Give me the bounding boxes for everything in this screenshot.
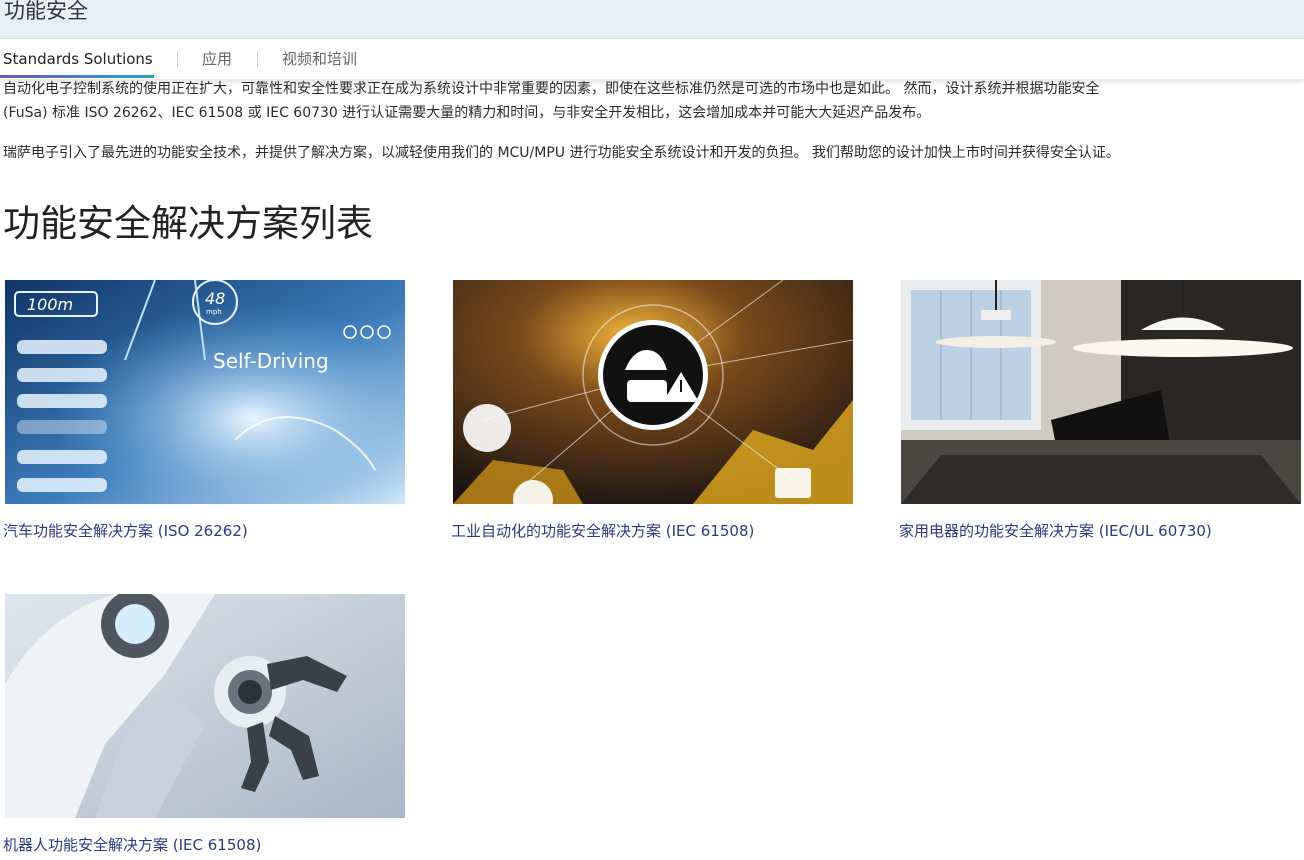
section-subnav: Standards Solutions 应用 视频和培训 (0, 39, 1304, 79)
distance-readout: 100m (27, 295, 73, 314)
intro-paragraph-1-line-2: (FuSa) 标准 ISO 26262、IEC 61508 或 IEC 6073… (3, 105, 931, 121)
intro-paragraph-1-line-1: 自动化电子控制系统的使用正在扩大，可靠性和安全性要求正在成为系统设计中非常重要的… (3, 81, 1100, 97)
solutions-list-title: 功能安全解决方案列表 (3, 202, 373, 245)
page-header: 功能安全 (0, 0, 1304, 39)
tab-separator (177, 51, 178, 67)
tab-applications[interactable]: 应用 (202, 49, 232, 69)
robotics-solution-image[interactable] (5, 594, 405, 818)
speed-readout: 48 (205, 289, 225, 308)
automotive-solution-link[interactable]: 汽车功能安全解决方案 (ISO 26262) (3, 521, 248, 541)
speed-unit: mph (206, 308, 222, 316)
industrial-solution-image[interactable] (453, 280, 853, 504)
robotics-solution-link[interactable]: 机器人功能安全解决方案 (IEC 61508) (3, 835, 261, 855)
industrial-solution-link[interactable]: 工业自动化的功能安全解决方案 (IEC 61508) (451, 521, 754, 541)
home-appliance-solution-image[interactable] (901, 280, 1301, 504)
active-tab-indicator (0, 75, 154, 78)
intro-paragraph-2: 瑞萨电子引入了最先进的功能安全技术，并提供了解决方案，以减轻使用我们的 MCU/… (3, 145, 1120, 161)
home-appliance-solution-link[interactable]: 家用电器的功能安全解决方案 (IEC/UL 60730) (899, 521, 1212, 541)
tab-videos-training[interactable]: 视频和培训 (282, 49, 357, 69)
self-driving-caption: Self-Driving (213, 349, 329, 373)
automotive-solution-image[interactable]: 100m 48 mph Self-Driving (5, 280, 405, 504)
tab-separator (257, 51, 258, 67)
page-title: 功能安全 (4, 0, 88, 23)
intro-paragraph-1: 自动化电子控制系统的使用正在扩大，可靠性和安全性要求正在成为系统设计中非常重要的… (3, 77, 1288, 125)
tab-standards-solutions[interactable]: Standards Solutions (3, 49, 153, 69)
